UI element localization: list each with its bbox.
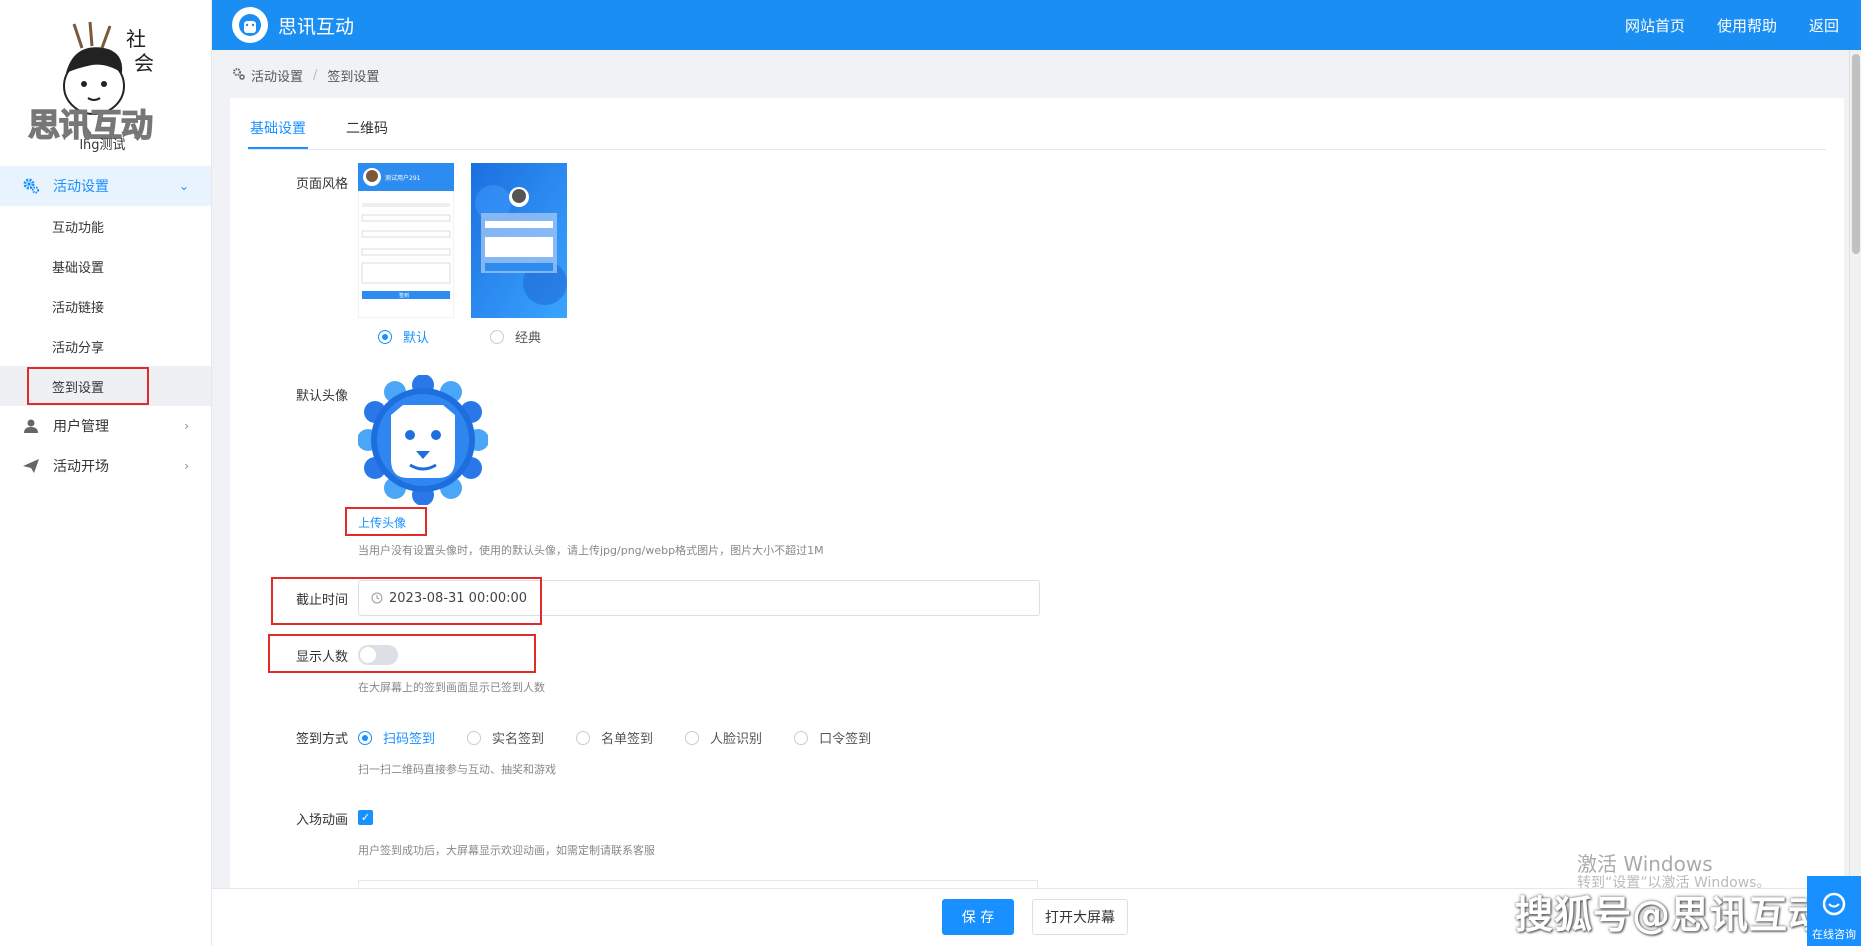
radio-circle <box>685 730 700 745</box>
top-bar: 思讯互动 网站首页 使用帮助 返回 <box>212 0 1861 50</box>
radio-circle <box>490 329 504 344</box>
sign-method-label: 签到方式 <box>295 732 348 747</box>
sidebar: 社 会 思讯互动 lhg测试 活动设置 ⌄ 互动功能 基础设置 活动链接 活动分… <box>0 0 212 946</box>
sub-item-basic-settings[interactable]: 基础设置 <box>0 246 211 286</box>
radio-face-sign[interactable]: 人脸识别 <box>685 728 762 747</box>
sub-item-activity-share[interactable]: 活动分享 <box>0 326 211 366</box>
radio-circle <box>576 730 591 745</box>
template-default-preview[interactable]: 测试用户291 签到 <box>357 162 455 319</box>
radio-label: 扫码签到 <box>383 732 436 747</box>
link-help[interactable]: 使用帮助 <box>1717 15 1777 36</box>
svg-text:会: 会 <box>134 51 154 75</box>
logo-area: 社 会 思讯互动 lhg测试 <box>0 0 211 153</box>
highlight-box <box>268 634 536 673</box>
sign-method-radio-group: 扫码签到 实名签到 名单签到 人脸识别 口令签到 <box>358 728 903 747</box>
radio-label: 经典 <box>515 331 542 346</box>
paper-plane-icon <box>22 457 40 475</box>
menu-activity-opening[interactable]: 活动开场 › <box>0 446 211 486</box>
sub-item-activity-link[interactable]: 活动链接 <box>0 286 211 326</box>
link-back[interactable]: 返回 <box>1809 15 1839 36</box>
entry-anim-hint: 用户签到成功后，大屏幕显示欢迎动画，如需定制请联系客服 <box>358 844 655 857</box>
scrollbar-thumb[interactable] <box>1852 54 1860 254</box>
radio-scan-sign[interactable]: 扫码签到 <box>358 728 435 747</box>
radio-circle <box>467 730 482 745</box>
menu-label: 活动设置 <box>53 179 109 195</box>
link-home[interactable]: 网站首页 <box>1625 15 1685 36</box>
sign-method-hint: 扫一扫二维码直接参与互动、抽奖和游戏 <box>358 763 556 776</box>
breadcrumb: 活动设置 / 签到设置 <box>232 66 379 85</box>
chevron-right-icon: › <box>184 459 189 473</box>
open-big-screen-button[interactable]: 打开大屏幕 <box>1032 899 1128 935</box>
radio-circle <box>794 730 809 745</box>
chevron-down-icon: ⌄ <box>178 179 189 193</box>
avatar-label: 默认头像 <box>295 389 348 404</box>
avatar-hint: 当用户没有设置头像时，使用的默认头像，请上传jpg/png/webp格式图片，图… <box>358 544 824 557</box>
save-button[interactable]: 保 存 <box>942 899 1014 935</box>
top-links: 网站首页 使用帮助 返回 <box>1625 15 1839 36</box>
preview-submit-label: 签到 <box>399 292 409 299</box>
user-name: lhg测试 <box>79 138 126 153</box>
show-count-hint: 在大屏幕上的签到画面显示已签到人数 <box>358 681 545 694</box>
radio-circle <box>378 329 392 344</box>
entry-anim-label: 入场动画 <box>295 813 348 828</box>
radio-circle <box>358 730 372 745</box>
radio-label: 人脸识别 <box>710 732 763 747</box>
page-style-radio-group-2: 经典 <box>490 327 573 346</box>
highlight-box <box>271 577 542 625</box>
highlight-box <box>345 507 427 536</box>
breadcrumb-current: 签到设置 <box>327 70 380 85</box>
radio-realname-sign[interactable]: 实名签到 <box>467 728 544 747</box>
breadcrumb-parent[interactable]: 活动设置 <box>251 66 303 85</box>
side-menu: 活动设置 ⌄ 互动功能 基础设置 活动链接 活动分享 签到设置 用户管理 › 活… <box>0 166 211 486</box>
online-chat-button[interactable]: 在线咨询 <box>1807 876 1861 946</box>
sohu-watermark: 搜狐号@思讯互动 <box>1515 893 1828 937</box>
chat-icon <box>1821 891 1847 920</box>
user-icon <box>22 417 40 435</box>
tab-bar: 基础设置 二维码 <box>248 118 1826 150</box>
brand-title: 思讯互动 <box>278 15 355 38</box>
lion-logo-icon <box>232 7 268 43</box>
page-scrollbar[interactable] <box>1849 50 1861 888</box>
radio-default[interactable]: 默认 <box>378 327 429 346</box>
preview-user-name: 测试用户291 <box>385 174 421 182</box>
chevron-right-icon: › <box>184 419 189 433</box>
chat-label: 在线咨询 <box>1812 928 1856 941</box>
menu-user-management[interactable]: 用户管理 › <box>0 406 211 446</box>
menu-activity-settings[interactable]: 活动设置 ⌄ <box>0 166 211 206</box>
highlight-box <box>27 367 149 405</box>
page-style-label: 页面风格 <box>295 177 348 192</box>
tab-basic-settings[interactable]: 基础设置 <box>248 118 308 149</box>
entry-anim-checkbox[interactable]: ✓ <box>358 810 373 825</box>
radio-label: 名单签到 <box>601 732 654 747</box>
radio-password-sign[interactable]: 口令签到 <box>794 728 871 747</box>
gear-icon <box>232 67 245 84</box>
radio-label: 实名签到 <box>492 732 545 747</box>
lion-avatar-icon <box>358 375 488 505</box>
gear-icon <box>22 177 40 195</box>
page-style-radio-group: 默认 <box>378 327 461 346</box>
sub-item-interaction[interactable]: 互动功能 <box>0 206 211 246</box>
radio-classic[interactable]: 经典 <box>490 327 541 346</box>
radio-label: 口令签到 <box>819 732 872 747</box>
radio-label: 默认 <box>403 331 430 346</box>
menu-label: 活动开场 <box>53 459 109 475</box>
template-classic-preview[interactable] <box>471 163 567 318</box>
svg-text:社: 社 <box>126 27 146 51</box>
menu-label: 用户管理 <box>53 419 109 435</box>
tab-qrcode[interactable]: 二维码 <box>344 118 390 149</box>
breadcrumb-separator: / <box>313 68 318 83</box>
radio-list-sign[interactable]: 名单签到 <box>576 728 653 747</box>
